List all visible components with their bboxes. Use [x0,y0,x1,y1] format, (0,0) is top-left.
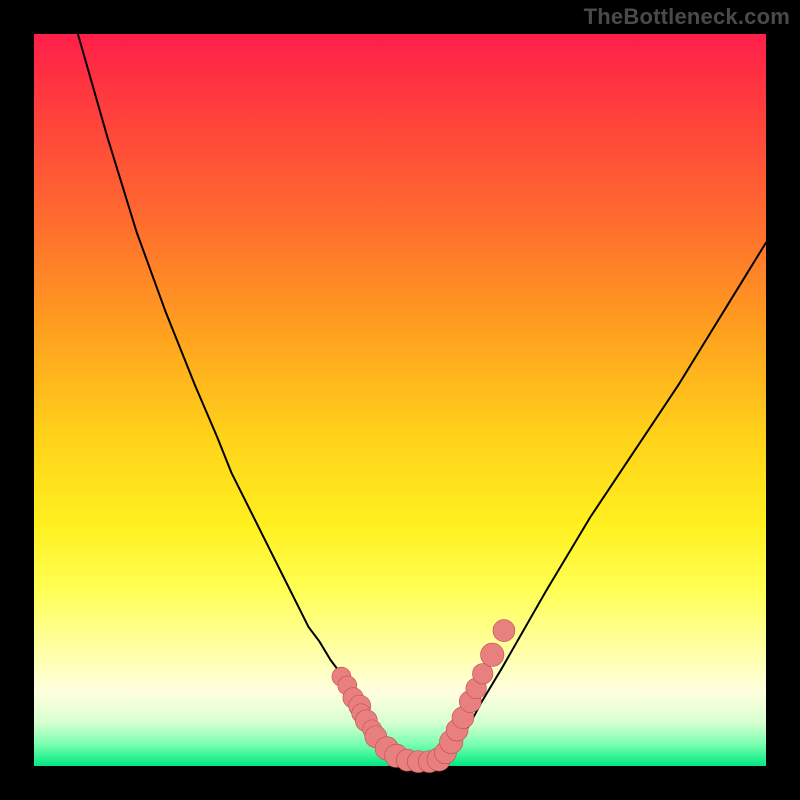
chart-svg [34,34,766,766]
bottleneck-curve [78,34,766,765]
chart-frame: TheBottleneck.com [0,0,800,800]
data-marker [472,664,493,685]
watermark-text: TheBottleneck.com [584,4,790,30]
marker-group [332,620,515,773]
plot-area [34,34,766,766]
data-marker [493,620,515,642]
curve-group [78,34,766,765]
data-marker [481,643,504,666]
